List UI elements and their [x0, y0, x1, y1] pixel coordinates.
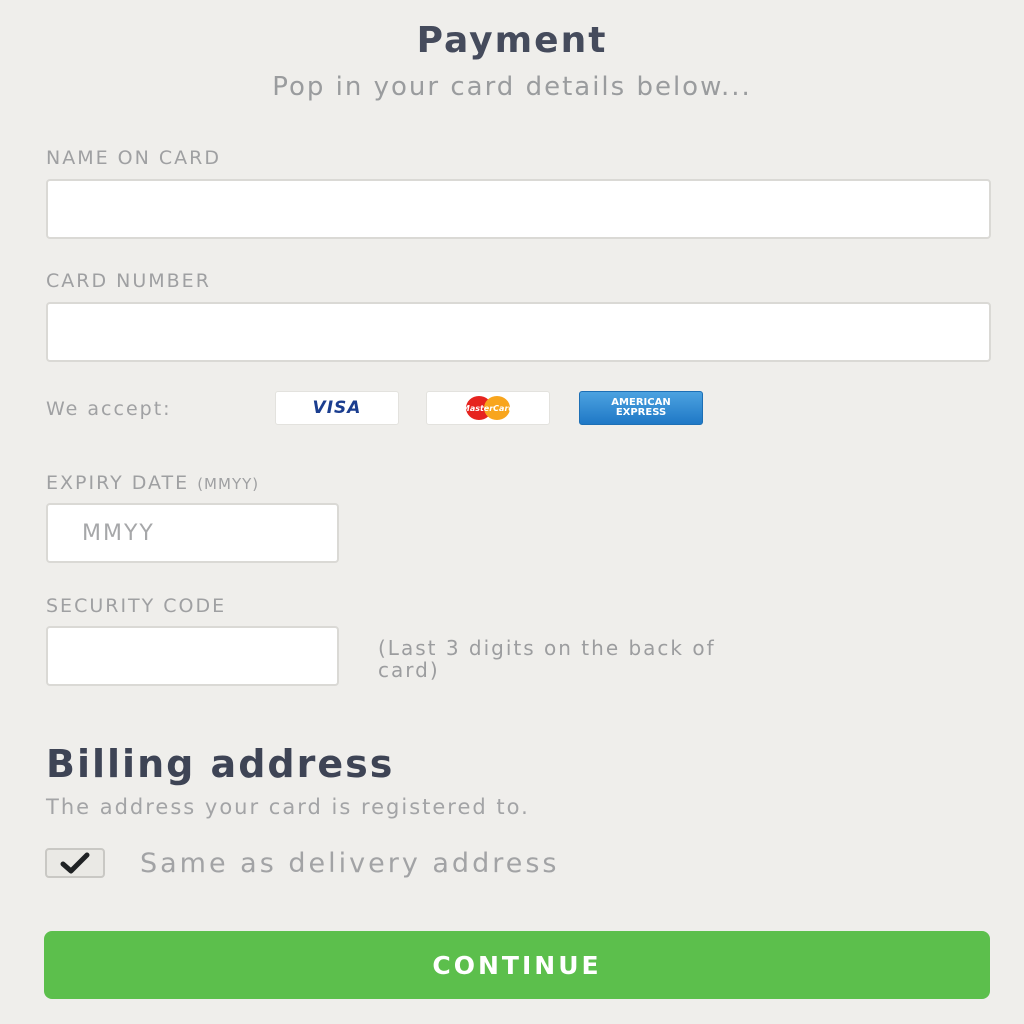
amex-logo-line2: EXPRESS — [615, 407, 667, 418]
card-number-input[interactable] — [46, 302, 991, 362]
amex-icon: AMERICAN EXPRESS — [611, 398, 670, 418]
name-on-card-label: NAME ON CARD — [46, 147, 221, 169]
expiry-date-input[interactable] — [46, 503, 339, 563]
billing-address-heading: Billing address — [46, 742, 395, 786]
mastercard-icon: MasterCard — [448, 396, 528, 420]
card-number-label: CARD NUMBER — [46, 270, 211, 292]
expiry-format-hint: (MMYY) — [197, 475, 260, 493]
security-code-hint: (Last 3 digits on the back of card) — [378, 636, 716, 682]
security-code-input[interactable] — [46, 626, 339, 686]
mastercard-logo: MasterCard — [426, 391, 550, 425]
expiry-date-label-text: EXPIRY DATE — [46, 472, 190, 494]
same-as-delivery-label[interactable]: Same as delivery address — [140, 848, 559, 879]
checkmark-icon — [60, 852, 90, 874]
billing-address-subtitle: The address your card is registered to. — [46, 795, 530, 819]
visa-logo: VISA — [275, 391, 399, 425]
same-as-delivery-checkbox[interactable] — [45, 848, 105, 878]
page-title: Payment — [416, 20, 608, 61]
security-code-label: SECURITY CODE — [46, 595, 227, 617]
visa-logo-text: VISA — [312, 398, 362, 418]
mastercard-logo-text: MasterCard — [461, 404, 515, 413]
page-subtitle: Pop in your card details below... — [272, 72, 752, 102]
expiry-date-label: EXPIRY DATE (MMYY) — [46, 472, 259, 494]
we-accept-label: We accept: — [46, 398, 172, 420]
amex-logo: AMERICAN EXPRESS — [579, 391, 703, 425]
name-on-card-input[interactable] — [46, 179, 991, 239]
continue-button[interactable]: CONTINUE — [44, 931, 990, 999]
